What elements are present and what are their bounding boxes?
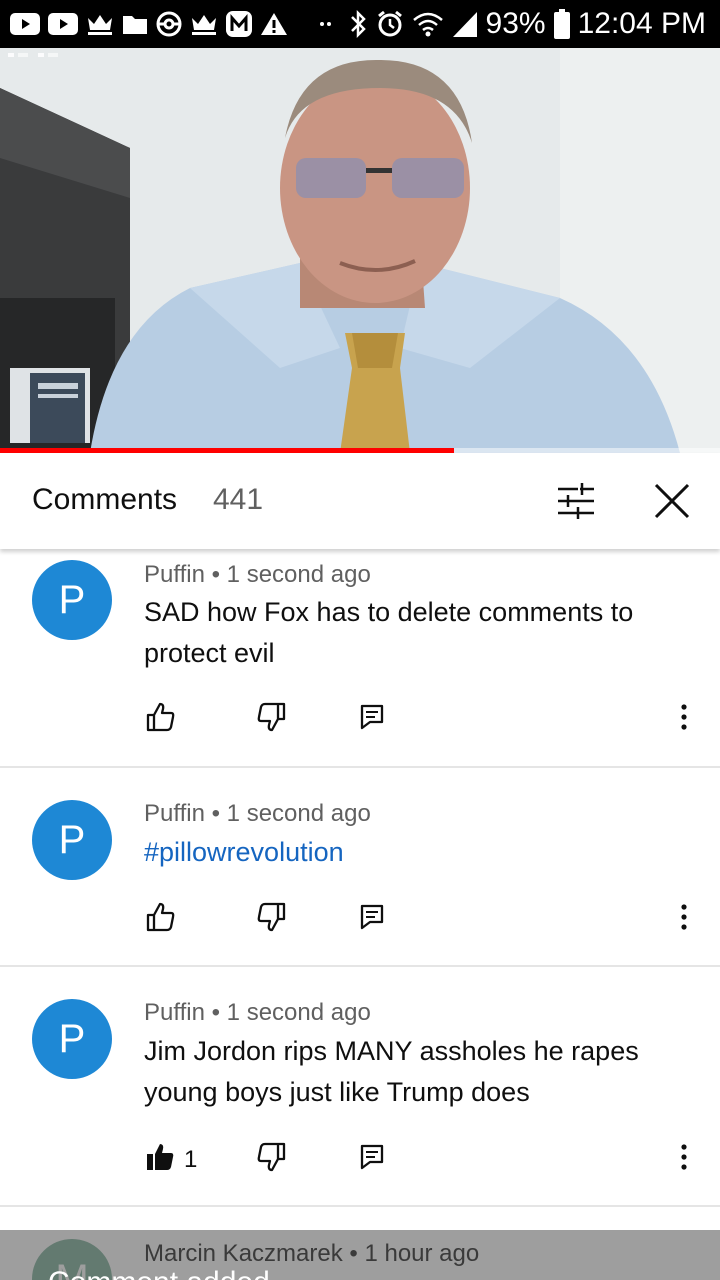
- comment-text: SAD how Fox has to delete comments to pr…: [144, 597, 634, 668]
- battery-percentage: 93%: [485, 7, 546, 40]
- reply-icon[interactable]: [354, 1139, 390, 1175]
- comment-item: P Puffin • 1 second ago Jim Jordon rips …: [0, 967, 720, 1207]
- dislike-icon[interactable]: [254, 1139, 290, 1175]
- more-options-icon[interactable]: [666, 899, 702, 935]
- circle-app-icon: [156, 11, 182, 37]
- video-overlay-label: [8, 50, 78, 63]
- like-count: 1: [184, 1146, 198, 1173]
- crown-icon: [190, 12, 218, 36]
- crown-icon: [86, 12, 114, 36]
- like-icon-filled[interactable]: [142, 1139, 178, 1175]
- avatar[interactable]: P: [32, 800, 112, 880]
- avatar[interactable]: P: [32, 999, 112, 1079]
- comments-count: 441: [213, 483, 264, 516]
- m-app-icon: [226, 11, 252, 37]
- snackbar-message: Comment added: [48, 1266, 270, 1280]
- video-frame: [0, 48, 720, 453]
- video-player[interactable]: [0, 48, 720, 453]
- dislike-icon[interactable]: [254, 699, 290, 735]
- comment-item: P Puffin • 1 second ago #pillowrevolutio…: [0, 768, 720, 967]
- dots-icon: [296, 12, 336, 36]
- sort-filter-icon[interactable]: [554, 481, 598, 521]
- comment-text: Jim Jordon rips MANY assholes he rapes y…: [144, 1036, 639, 1107]
- comment-meta: Marcin Kaczmarek • 1 hour ago: [144, 1240, 480, 1267]
- reply-icon[interactable]: [354, 899, 390, 935]
- bluetooth-icon: [348, 9, 368, 39]
- warning-icon: [260, 12, 288, 36]
- comment-hashtag-link[interactable]: #pillowrevolution: [144, 832, 684, 873]
- like-icon[interactable]: [142, 899, 178, 935]
- status-bar: 93% 12:04 PM: [0, 0, 720, 48]
- wifi-icon: [412, 12, 444, 37]
- alarm-icon: [376, 10, 404, 37]
- more-options-icon[interactable]: [666, 1139, 702, 1175]
- like-icon[interactable]: [142, 699, 178, 735]
- reply-icon[interactable]: [354, 699, 390, 735]
- comment-meta: Puffin • 1 second ago: [144, 999, 371, 1026]
- notification-icons: [10, 10, 336, 38]
- avatar[interactable]: P: [32, 560, 112, 640]
- youtube-icon: [10, 12, 40, 36]
- comment-meta: Puffin • 1 second ago: [144, 800, 371, 827]
- comments-title: Comments: [32, 483, 178, 516]
- battery-icon: [553, 9, 570, 39]
- system-status: 93% 12:04 PM: [348, 6, 706, 42]
- comment-item: P Puffin • 1 second ago SAD how Fox has …: [0, 549, 720, 768]
- signal-icon: [452, 12, 478, 37]
- comment-meta: Puffin • 1 second ago: [144, 561, 371, 588]
- youtube-icon: [48, 12, 78, 36]
- folder-icon: [122, 12, 148, 36]
- dislike-icon[interactable]: [254, 899, 290, 935]
- comments-header: Comments 441: [0, 453, 720, 549]
- more-options-icon[interactable]: [666, 699, 702, 735]
- clock: 12:04 PM: [577, 7, 706, 40]
- close-icon[interactable]: [650, 479, 694, 523]
